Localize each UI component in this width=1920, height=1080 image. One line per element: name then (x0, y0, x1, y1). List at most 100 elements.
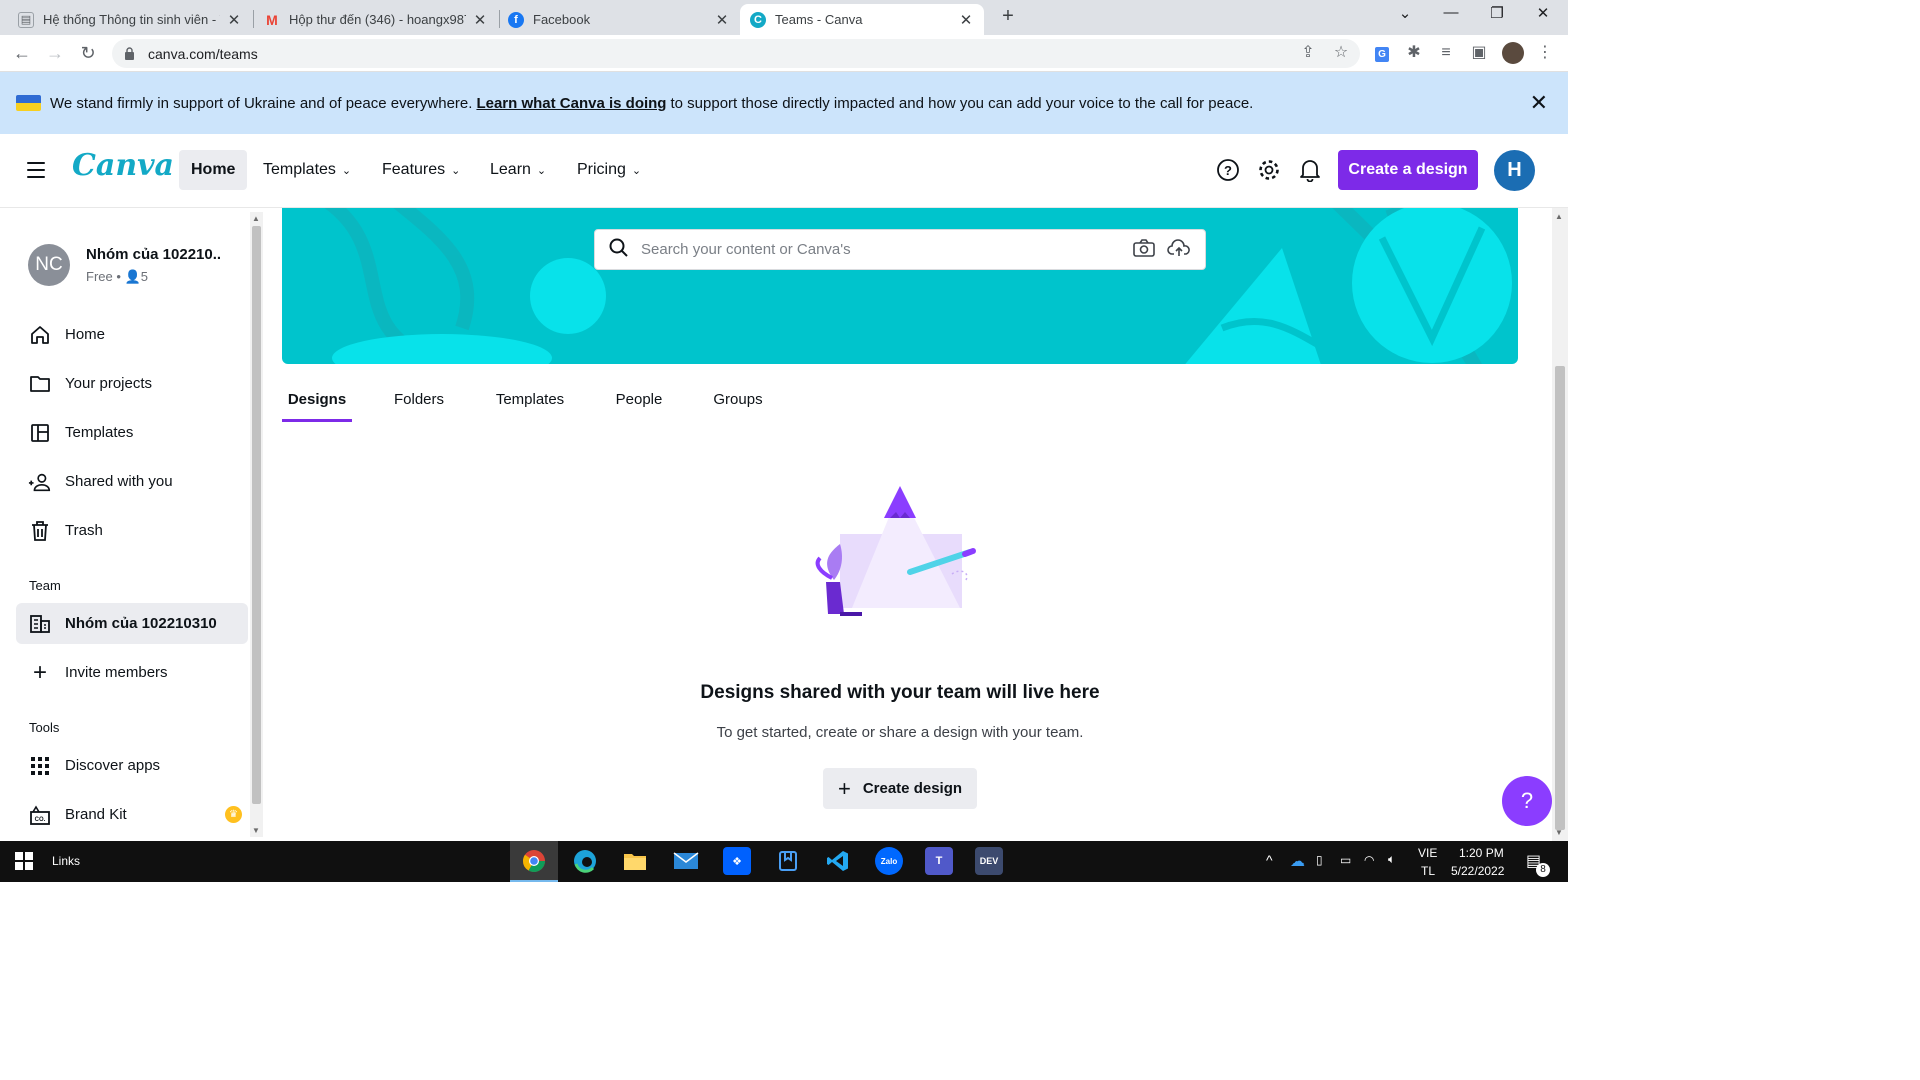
mail-icon[interactable] (672, 847, 700, 875)
volume-icon[interactable]: 🔈︎ (1388, 852, 1395, 867)
brand-kit-icon: CO. (28, 803, 52, 827)
nav-features[interactable]: Features ⌄ (370, 150, 472, 190)
upload-cloud-icon[interactable] (1167, 238, 1191, 262)
new-tab-icon[interactable]: + (996, 5, 1020, 28)
browser-tab[interactable]: f Facebook ✕ (498, 4, 740, 35)
nav-pricing[interactable]: Pricing ⌄ (565, 150, 653, 190)
camera-icon[interactable] (1133, 238, 1155, 262)
search-input[interactable]: Search your content or Canva's (594, 229, 1206, 270)
restore-icon[interactable]: ❐ (1482, 4, 1512, 22)
language-indicator[interactable]: VIE (1418, 846, 1437, 860)
sidebar-item-discover-apps[interactable]: Discover apps (16, 745, 248, 786)
tab-templates[interactable]: Templates (486, 380, 574, 422)
side-panel-icon[interactable]: ▣ (1467, 41, 1491, 65)
sidebar-item-trash[interactable]: Trash (16, 510, 248, 551)
team-switcher[interactable]: NC Nhóm của 102210.. Free • 👤5 (28, 244, 221, 286)
plus-icon: + (837, 775, 851, 801)
sidebar-item-shared-with-you[interactable]: Shared with you (16, 461, 248, 502)
notifications-bell-icon[interactable] (1296, 156, 1324, 184)
reload-icon[interactable]: ↻ (76, 41, 100, 65)
chrome-icon[interactable] (520, 847, 548, 875)
tab-people[interactable]: People (607, 380, 671, 422)
device-icon[interactable]: ▯ (1316, 853, 1323, 867)
sidebar-item-home[interactable]: Home (16, 314, 248, 355)
forward-icon[interactable]: → (43, 41, 67, 65)
bookmark-star-icon[interactable]: ☆ (1329, 41, 1353, 65)
sidebar-item-team[interactable]: Nhóm của 102210310 (16, 603, 248, 644)
teams-icon[interactable]: T (925, 847, 953, 875)
plus-icon: + (32, 658, 47, 686)
sidebar-item-invite-members[interactable]: + Invite members (16, 652, 248, 693)
keyboard-layout[interactable]: TL (1421, 864, 1435, 878)
close-window-icon[interactable]: ✕ (1528, 4, 1558, 22)
scroll-up-icon[interactable]: ▲ (1555, 212, 1563, 221)
chevron-down-icon: ⌄ (341, 164, 352, 177)
clock-time[interactable]: 1:20 PM (1459, 846, 1504, 860)
scrollbar-thumb[interactable] (1555, 366, 1565, 830)
canva-logo[interactable]: Canva (72, 148, 174, 183)
sidebar-item-brand-kit[interactable]: CO. Brand Kit ♛ (16, 794, 248, 835)
back-icon[interactable]: ← (10, 41, 34, 65)
close-tab-icon[interactable]: ✕ (226, 11, 242, 29)
empty-state-subtitle: To get started, create or share a design… (716, 724, 1084, 741)
search-placeholder: Search your content or Canva's (641, 241, 851, 258)
close-tab-icon[interactable]: ✕ (472, 11, 488, 29)
windows-start-icon[interactable] (10, 847, 38, 875)
main-scrollbar[interactable]: ▲ ▼ (1552, 208, 1568, 841)
zalo-icon[interactable]: Zalo (875, 847, 903, 875)
shared-users-icon (28, 470, 52, 494)
media-control-icon[interactable]: ≡ (1434, 41, 1458, 65)
menu-icon[interactable] (27, 162, 45, 178)
close-tab-icon[interactable]: ✕ (714, 11, 730, 29)
banner-link[interactable]: Learn what Canva is doing (476, 95, 666, 112)
extensions-icon[interactable]: ✱ (1402, 41, 1426, 65)
minimize-icon[interactable]: — (1436, 4, 1466, 21)
chevron-up-icon[interactable]: ^ (1266, 852, 1273, 868)
links-toolbar[interactable]: Links (52, 854, 80, 868)
user-avatar[interactable]: H (1494, 150, 1535, 191)
chevron-down-icon[interactable]: ⌄ (1390, 4, 1420, 22)
browser-tab[interactable]: M Hộp thư đến (346) - hoangx9876 ✕ (254, 4, 498, 35)
close-banner-icon[interactable]: ✕ (1530, 90, 1548, 116)
sidebar: NC Nhóm của 102210.. Free • 👤5 Home Your… (0, 208, 264, 841)
translate-icon[interactable]: G (1370, 41, 1394, 65)
facebook-icon: f (508, 11, 524, 28)
trash-icon (28, 519, 52, 543)
scroll-up-icon[interactable]: ▲ (252, 214, 260, 223)
file-explorer-icon[interactable] (621, 847, 649, 875)
battery-icon[interactable]: ▭ (1340, 853, 1351, 867)
sidebar-scrollbar[interactable]: ▲ ▼ (250, 212, 263, 837)
clock-date[interactable]: 5/22/2022 (1451, 864, 1504, 878)
nav-learn[interactable]: Learn ⌄ (478, 150, 558, 190)
tab-groups[interactable]: Groups (703, 380, 773, 422)
share-icon[interactable]: ⇪ (1296, 41, 1320, 65)
profile-avatar-icon[interactable] (1501, 41, 1525, 65)
browser-tab-active[interactable]: C Teams - Canva ✕ (740, 4, 984, 35)
templates-icon (28, 421, 52, 445)
vscode-icon[interactable] (824, 847, 852, 875)
edge-icon[interactable] (571, 847, 599, 875)
create-a-design-button[interactable]: Create a design (1338, 150, 1478, 190)
app-icon[interactable] (774, 847, 802, 875)
settings-gear-icon[interactable] (1255, 156, 1283, 184)
sidebar-item-your-projects[interactable]: Your projects (16, 363, 248, 404)
help-icon[interactable]: ? (1214, 156, 1242, 184)
devc-icon[interactable]: DEV (975, 847, 1003, 875)
tab-folders[interactable]: Folders (384, 380, 454, 422)
scrollbar-thumb[interactable] (252, 226, 261, 804)
more-menu-icon[interactable]: ⋮ (1533, 41, 1557, 65)
close-tab-icon[interactable]: ✕ (958, 11, 974, 29)
scroll-down-icon[interactable]: ▼ (1555, 828, 1563, 837)
scroll-down-icon[interactable]: ▼ (252, 826, 260, 835)
sidebar-item-templates[interactable]: Templates (16, 412, 248, 453)
browser-tab[interactable]: ▤ Hệ thống Thông tin sinh viên - Tr ✕ (8, 4, 252, 35)
help-fab-button[interactable]: ? (1502, 776, 1552, 826)
create-design-button[interactable]: + Create design (823, 768, 977, 809)
dropbox-icon[interactable]: ❖ (723, 847, 751, 875)
nav-home[interactable]: Home (179, 150, 248, 190)
address-bar[interactable]: canva.com/teams (112, 39, 1360, 68)
onedrive-icon[interactable]: ☁ (1290, 852, 1305, 870)
tab-designs[interactable]: Designs (282, 380, 352, 422)
wifi-icon[interactable]: ◠ (1364, 853, 1374, 867)
nav-templates[interactable]: Templates ⌄ (251, 150, 363, 190)
